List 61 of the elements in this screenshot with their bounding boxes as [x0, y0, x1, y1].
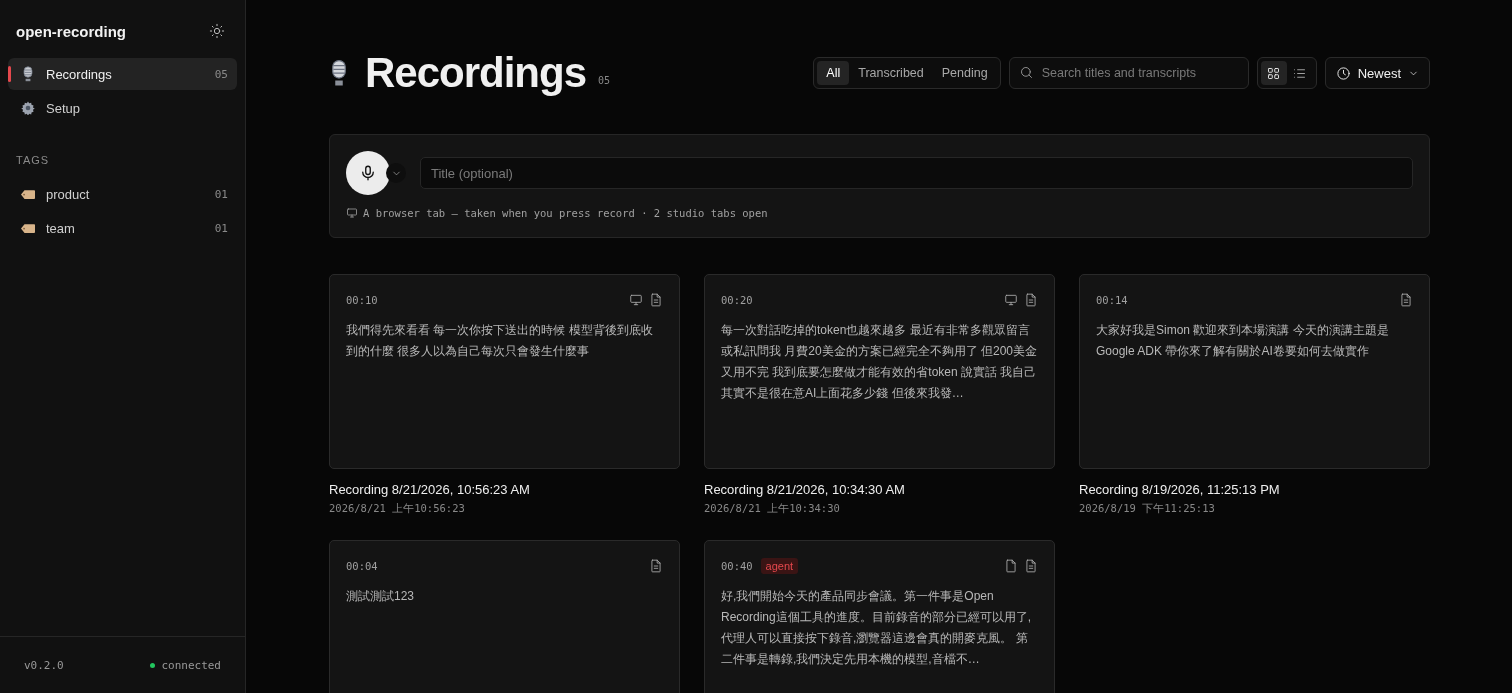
item-count: 05	[214, 67, 228, 81]
recording-card[interactable]: 00:14 大家好我是Simon 歡迎來到本場演講 今天的演講主題是Google ADK 帶你來了解有關於AI卷要如何去做實作	[1079, 274, 1430, 469]
search-field[interactable]: Search titles and transcripts	[1008, 57, 1249, 89]
recording-card[interactable]: 00:20 每一次對話吃掉的token也越來越多 最近有非常多觀眾留言或私訊問我 月費20美金的方案已經完全不夠用了 但200美金又用不完 我到底要怎麼做才能有效的省token 說實話 我自己其實不是很在意AI上面花多少錢 但後來我發…	[704, 274, 1055, 469]
filter-tab[interactable]: Transcribed	[849, 61, 933, 85]
page-title: Recordings	[365, 49, 587, 97]
tag-label: product	[46, 186, 91, 202]
transcript-preview: 好,我們開始今天的產品同步會議。第一件事是Open Recording這個工具的進度。目前錄音的部分已經可以用了,代理人可以直接按下錄音,瀏覽器這邊會真的開麥克風。 第二件事是轉錄,我們決定先用本機的模型,音檔不…	[721, 588, 1033, 668]
tag-badge: agent	[760, 557, 799, 574]
filter-tab[interactable]: All	[817, 61, 850, 85]
item-count: 01	[214, 221, 228, 235]
gear-icon	[21, 101, 35, 115]
clock-icon	[1335, 65, 1351, 81]
transcript-preview: 每一次對話吃掉的token也越來越多 最近有非常多觀眾留言或私訊問我 月費20美金的方案已經完全不夠用了 但200美金又用不完 我到底要怎麼做才能有效的省token 說實話 我自己其實不是很在意AI上面花多少錢 但後來我發…	[721, 322, 1038, 402]
section-heading: TAGS	[15, 153, 51, 168]
search-icon	[1018, 65, 1034, 80]
theme-toggle-button[interactable]	[209, 23, 225, 39]
recording-date: 2026/8/19 下午11:25:13	[1079, 502, 1216, 516]
recording-title: Recording 8/19/2026, 11:25:13 PM	[1079, 482, 1281, 497]
grid-view-button[interactable]	[1260, 61, 1287, 85]
recording-card[interactable]: 00:10 我們得先來看看 每一次你按下送出的時候 模型背後到底收到的什麼 很多人以為自己每次只會發生什麼事	[329, 274, 680, 469]
nav-label: Setup	[46, 100, 81, 116]
version-label: v0.2.0	[24, 658, 64, 672]
recording-title: Recording 8/21/2026, 10:56:23 AM	[329, 482, 531, 497]
transcript-preview: 我們得先來看看 每一次你按下送出的時候 模型背後到底收到的什麼 很多人以為自己每次只會發生什麼事	[346, 322, 654, 360]
tag-label: team	[46, 220, 76, 236]
recording-card[interactable]: 00:40 agent 好,我們開始今天的產品同步會議。第一件事是Open Recording這個工具的進度。目前錄音的部分已經可以用了,代理人可以直接按下錄音,瀏覽器這邊會真的開麥克風。 第二件事是轉錄,我們決定先用本機的模型,音檔不…	[704, 540, 1055, 693]
duration: 00:10	[346, 293, 378, 306]
microphone-icon	[21, 66, 35, 82]
microphone-icon	[329, 59, 349, 87]
tag-icon	[21, 189, 35, 199]
filter-tab[interactable]: Pending	[932, 61, 997, 85]
sidebar-item[interactable]: Recordings 05	[8, 58, 237, 90]
sidebar-item[interactable]: Setup	[8, 92, 237, 124]
recording-card[interactable]: 00:04 測試測試123	[329, 540, 680, 693]
transcript-preview: 大家好我是Simon 歡迎來到本場演講 今天的演講主題是Google ADK 帶你來了解有關於AI卷要如何去做實作	[1096, 322, 1390, 360]
grid-icon	[1266, 65, 1282, 81]
duration: 00:04	[346, 559, 378, 572]
monitor-icon	[346, 207, 358, 219]
title-field[interactable]: Title (optional)	[420, 157, 1413, 189]
sort-dropdown[interactable]: Newest	[1324, 57, 1430, 89]
recording-count: 05	[598, 74, 611, 86]
recording-title: Recording 8/21/2026, 10:34:30 AM	[704, 482, 906, 497]
tag-item[interactable]: product 01	[8, 178, 237, 210]
tag-icon	[21, 223, 35, 233]
app-name: open-recording	[16, 22, 126, 40]
source-note: A browser tab — taken when you press record · 2 studio tabs open	[363, 207, 768, 219]
tag-item[interactable]: team 01	[8, 212, 237, 244]
recording-date: 2026/8/21 上午10:34:30	[704, 502, 841, 516]
transcript-preview: 測試測試123	[346, 588, 416, 605]
duration: 00:40	[721, 559, 753, 572]
sun-icon	[209, 23, 225, 39]
microphone-icon	[359, 164, 377, 182]
recording-date: 2026/8/21 上午10:56:23	[329, 502, 466, 516]
source-dropdown-button[interactable]	[386, 163, 406, 183]
nav-label: Recordings	[46, 66, 113, 82]
connection-status: connected	[161, 658, 221, 672]
duration: 00:14	[1096, 293, 1128, 306]
item-count: 01	[214, 187, 228, 201]
record-button[interactable]	[346, 151, 390, 195]
duration: 00:20	[721, 293, 753, 306]
